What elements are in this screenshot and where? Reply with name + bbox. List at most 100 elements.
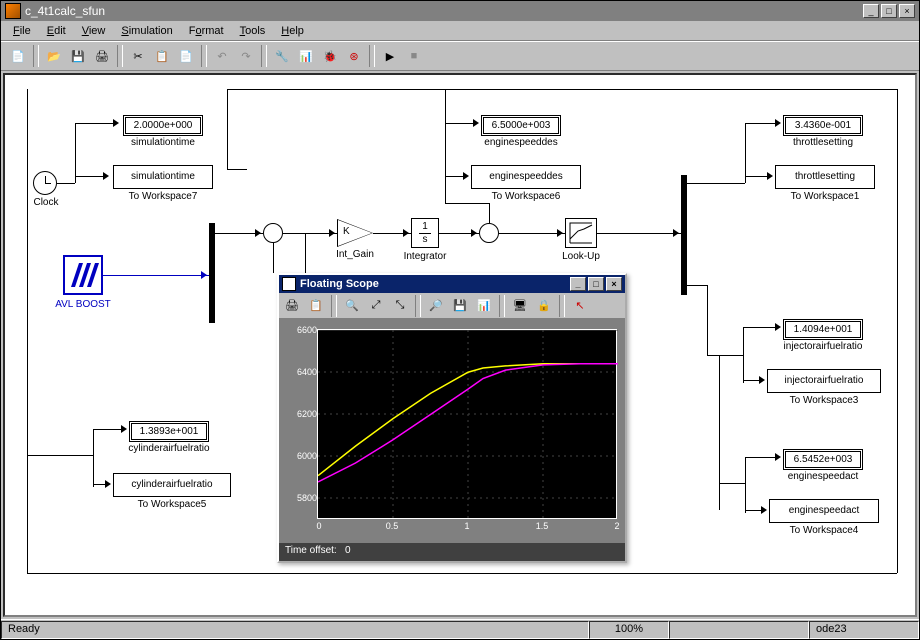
avl-boost-block[interactable] xyxy=(63,255,103,295)
simulationtime-display-label: simulationtime xyxy=(123,137,203,148)
maximize-button[interactable]: □ xyxy=(881,4,897,18)
model-explorer-button[interactable]: 📊 xyxy=(295,45,317,67)
target-button[interactable]: ⊛ xyxy=(343,45,365,67)
enginespeeddes-display[interactable]: 6.5000e+003 xyxy=(481,115,561,136)
clock-label: Clock xyxy=(29,197,63,208)
library-button[interactable]: 🔧 xyxy=(271,45,293,67)
menu-file[interactable]: File xyxy=(5,23,39,39)
scope-zoomin-button[interactable]: 🔍 xyxy=(341,295,363,317)
menu-format[interactable]: Format xyxy=(181,23,232,39)
integrator-label: Integrator xyxy=(401,251,449,262)
scope-restore-button[interactable]: 📊 xyxy=(473,295,495,317)
simulationtime-display[interactable]: 2.0000e+000 xyxy=(123,115,203,136)
mux-left[interactable] xyxy=(209,223,215,323)
scope-zoomx-button[interactable]: ⤢ xyxy=(365,295,387,317)
scope-xtick: 1.5 xyxy=(532,521,552,531)
close-button[interactable]: × xyxy=(899,4,915,18)
menu-simulation[interactable]: Simulation xyxy=(113,23,180,39)
scope-close-button[interactable]: × xyxy=(606,277,622,291)
floating-scope-window[interactable]: Floating Scope _ □ × 🖨 📋 🔍 ⤢ ⤡ 🔎 💾 📊 🖥 xyxy=(277,273,627,563)
menu-tools[interactable]: Tools xyxy=(232,23,274,39)
sum-1[interactable] xyxy=(263,223,283,243)
scope-xtick: 2 xyxy=(607,521,627,531)
int-gain-label: Int_Gain xyxy=(331,249,379,260)
open-button[interactable]: 📂 xyxy=(43,45,65,67)
scope-status-bar: Time offset: 0 xyxy=(279,543,625,561)
injectorairfuelratio-toworkspace-label: To Workspace3 xyxy=(767,395,881,406)
demux-right[interactable] xyxy=(681,175,687,295)
main-window: c_4t1calc_sfun _ □ × File Edit View Simu… xyxy=(0,0,920,640)
scope-save-button[interactable]: 💾 xyxy=(449,295,471,317)
enginespeeddes-toworkspace[interactable]: enginespeeddes xyxy=(471,165,581,189)
toolbar: 📄 📂 💾 🖨 ✂ 📋 📄 ↶ ↷ 🔧 📊 🐞 ⊛ ▶ ■ xyxy=(1,41,919,71)
scope-minimize-button[interactable]: _ xyxy=(570,277,586,291)
menu-edit[interactable]: Edit xyxy=(39,23,74,39)
scope-plot-lines xyxy=(318,330,618,520)
stop-button[interactable]: ■ xyxy=(403,45,425,67)
scope-params-button[interactable]: 📋 xyxy=(305,295,327,317)
model-canvas[interactable]: Clock 2.0000e+000 simulationtime simulat… xyxy=(3,73,917,617)
injectorairfuelratio-toworkspace[interactable]: injectorairfuelratio xyxy=(767,369,881,393)
lookup-block[interactable] xyxy=(565,218,597,248)
scope-print-button[interactable]: 🖨 xyxy=(281,295,303,317)
clock-block[interactable] xyxy=(33,171,57,195)
enginespeedact-toworkspace[interactable]: enginespeedact xyxy=(769,499,879,523)
status-ready: Ready xyxy=(1,621,589,639)
save-button[interactable]: 💾 xyxy=(67,45,89,67)
enginespeedact-toworkspace-label: To Workspace4 xyxy=(769,525,879,536)
scope-maximize-button[interactable]: □ xyxy=(588,277,604,291)
scope-autoscale-button[interactable]: 🔎 xyxy=(425,295,447,317)
undo-button[interactable]: ↶ xyxy=(211,45,233,67)
cylinderairfuelratio-toworkspace-label: To Workspace5 xyxy=(113,499,231,510)
redo-button[interactable]: ↷ xyxy=(235,45,257,67)
enginespeedact-display-label: enginespeedact xyxy=(769,471,877,482)
throttlesetting-toworkspace-label: To Workspace1 xyxy=(775,191,875,202)
print-button[interactable]: 🖨 xyxy=(91,45,113,67)
minimize-button[interactable]: _ xyxy=(863,4,879,18)
integrator-block[interactable]: 1 s xyxy=(411,218,439,248)
scope-xtick: 1 xyxy=(457,521,477,531)
enginespeedact-display[interactable]: 6.5452e+003 xyxy=(783,449,863,470)
injectorairfuelratio-display-label: injectorairfuelratio xyxy=(767,341,879,352)
scope-select-button[interactable]: ↖ xyxy=(569,295,591,317)
scope-ytick: 6400 xyxy=(287,367,317,377)
throttlesetting-toworkspace[interactable]: throttlesetting xyxy=(775,165,875,189)
avl-boost-label: AVL BOOST xyxy=(51,299,115,310)
menu-view[interactable]: View xyxy=(74,23,114,39)
sum-2[interactable] xyxy=(479,223,499,243)
scope-toolbar: 🖨 📋 🔍 ⤢ ⤡ 🔎 💾 📊 🖥 🔒 ↖ xyxy=(279,293,625,319)
title-bar[interactable]: c_4t1calc_sfun _ □ × xyxy=(1,1,919,21)
menu-help[interactable]: Help xyxy=(273,23,312,39)
integrator-bot: s xyxy=(419,233,431,246)
play-button[interactable]: ▶ xyxy=(379,45,401,67)
simulationtime-toworkspace[interactable]: simulationtime xyxy=(113,165,213,189)
cut-button[interactable]: ✂ xyxy=(127,45,149,67)
new-button[interactable]: 📄 xyxy=(7,45,29,67)
scope-ytick: 6200 xyxy=(287,409,317,419)
status-zoom: 100% xyxy=(589,621,669,639)
throttlesetting-display[interactable]: 3.4360e-001 xyxy=(783,115,863,136)
scope-xtick: 0 xyxy=(309,521,329,531)
scope-time-offset-label: Time offset: xyxy=(285,545,337,556)
enginespeeddes-toworkspace-label: To Workspace6 xyxy=(471,191,581,202)
scope-plot-area[interactable] xyxy=(317,329,617,519)
scope-ytick: 6600 xyxy=(287,325,317,335)
scope-xtick: 0.5 xyxy=(382,521,402,531)
debug-button[interactable]: 🐞 xyxy=(319,45,341,67)
window-title: c_4t1calc_sfun xyxy=(25,4,105,18)
lookup-label: Look-Up xyxy=(557,251,605,262)
paste-button[interactable]: 📄 xyxy=(175,45,197,67)
cylinderairfuelratio-display[interactable]: 1.3893e+001 xyxy=(129,421,209,442)
scope-title: Floating Scope xyxy=(300,278,379,290)
simulationtime-toworkspace-label: To Workspace7 xyxy=(113,191,213,202)
scope-time-offset-value: 0 xyxy=(345,545,351,556)
scope-lock-button[interactable]: 🔒 xyxy=(533,295,555,317)
scope-zoomy-button[interactable]: ⤡ xyxy=(389,295,411,317)
cylinderairfuelratio-toworkspace[interactable]: cylinderairfuelratio xyxy=(113,473,231,497)
scope-title-bar[interactable]: Floating Scope _ □ × xyxy=(279,275,625,293)
copy-button[interactable]: 📋 xyxy=(151,45,173,67)
scope-float-button[interactable]: 🖥 xyxy=(509,295,531,317)
integrator-top: 1 xyxy=(422,221,428,232)
status-blank xyxy=(669,621,809,639)
injectorairfuelratio-display[interactable]: 1.4094e+001 xyxy=(783,319,863,340)
